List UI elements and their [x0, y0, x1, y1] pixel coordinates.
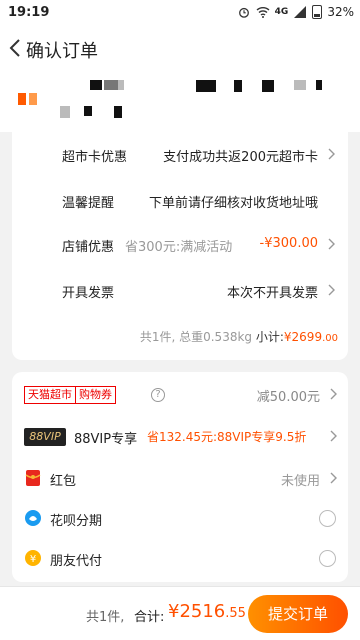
- tmall-coupon-tag: 天猫超市 购物券: [24, 386, 116, 404]
- row-value: 未使用: [280, 474, 320, 489]
- network-type: 4G: [274, 7, 289, 17]
- store-logo-mark: [18, 93, 26, 105]
- reminder-row: 温馨提醒 下单前请仔细核对收货地址哦: [12, 180, 348, 220]
- chevron-right-icon: [330, 388, 337, 400]
- redacted-block: [196, 80, 216, 92]
- huabei-radio[interactable]: [319, 510, 336, 527]
- wifi-icon: [256, 7, 270, 18]
- status-bar: 19:19 4G 32%: [0, 0, 360, 26]
- row-hint: 省300元:满减活动: [125, 240, 233, 255]
- store-discount-row[interactable]: 店铺优惠 省300元:满减活动 -¥300.00: [12, 224, 348, 264]
- row-value: 支付成功共返200元超市卡: [163, 150, 318, 165]
- redacted-block: [262, 80, 274, 92]
- chevron-right-icon: [330, 472, 337, 484]
- row-label: 朋友代付: [50, 554, 103, 569]
- row-label: 花呗分期: [50, 514, 103, 529]
- supermarket-card-row[interactable]: 超市卡优惠 支付成功共返200元超市卡: [12, 134, 348, 174]
- total-count: 共1件,: [86, 610, 125, 625]
- friend-pay-radio[interactable]: [319, 550, 336, 567]
- friend-pay-row[interactable]: ¥ 朋友代付: [12, 538, 348, 578]
- total-int: ¥2516: [168, 601, 226, 622]
- subtotal-label: 小计:: [255, 330, 284, 344]
- signal-icon: [294, 6, 307, 18]
- back-arrow-icon[interactable]: [4, 34, 28, 62]
- item-count: 共1件,: [139, 330, 176, 344]
- status-icons: 4G 32%: [237, 5, 354, 19]
- huabei-icon: [25, 510, 41, 526]
- redacted-block: [84, 106, 92, 116]
- friend-pay-icon: ¥: [25, 550, 41, 566]
- vip-badge: 88VIP: [24, 428, 66, 446]
- total-amount: ¥2516.55: [168, 601, 246, 622]
- invoice-row[interactable]: 开具发票 本次不开具发票: [12, 270, 348, 310]
- alarm-icon: [238, 7, 249, 18]
- chevron-right-icon: [330, 430, 337, 442]
- row-value: 本次不开具发票: [226, 286, 318, 301]
- row-label: 店铺优惠: [62, 240, 115, 255]
- redacted-block: [114, 106, 122, 118]
- row-label: 开具发票: [62, 286, 115, 301]
- nav-bar: 确认订单: [0, 26, 360, 70]
- chevron-right-icon: [328, 238, 335, 250]
- shop-card: 超市卡优惠 支付成功共返200元超市卡 温馨提醒 下单前请仔细核对收货地址哦 店…: [12, 128, 348, 360]
- row-label: 温馨提醒: [62, 196, 115, 211]
- svg-text:¥: ¥: [30, 554, 36, 565]
- row-value: -¥300.00: [259, 236, 318, 251]
- subtotal-amount: ¥2699: [283, 330, 323, 344]
- redacted-block: [60, 106, 70, 118]
- store-logo-mark: [29, 93, 37, 105]
- redacted-block: [104, 80, 118, 90]
- row-label: 88VIP专享: [74, 432, 138, 447]
- redacted-block: [234, 80, 242, 92]
- total-decimal: .55: [225, 606, 246, 621]
- page-title: 确认订单: [26, 41, 98, 62]
- tag-coupon: 购物券: [75, 387, 115, 403]
- red-packet-icon: [25, 470, 41, 486]
- tag-tmall: 天猫超市: [25, 387, 75, 403]
- submit-order-button[interactable]: 提交订单: [248, 595, 348, 633]
- checkout-bar: 共1件, 合计: ¥2516.55 提交订单: [0, 586, 360, 640]
- row-value: 省132.45元:88VIP专享9.5折: [147, 430, 307, 444]
- redacted-block: [294, 80, 306, 90]
- help-icon[interactable]: ?: [151, 388, 165, 402]
- row-label: 红包: [50, 474, 77, 489]
- total-label: 合计:: [134, 610, 165, 625]
- vip-row[interactable]: 88VIP 88VIP专享 省132.45元:88VIP专享9.5折: [12, 416, 348, 456]
- total-weight: 总重0.538kg: [179, 330, 253, 344]
- battery-icon: [312, 5, 323, 19]
- row-value: 减50.00元: [256, 390, 320, 405]
- address-section[interactable]: [0, 70, 360, 132]
- platform-card: 天猫超市 购物券 ? 减50.00元 88VIP 88VIP专享 省132.45…: [12, 372, 348, 582]
- status-time: 19:19: [8, 5, 50, 20]
- row-value: 下单前请仔细核对收货地址哦: [148, 196, 318, 211]
- row-label: 超市卡优惠: [62, 150, 128, 165]
- redacted-block: [90, 80, 102, 90]
- battery-level: 32%: [327, 5, 354, 19]
- subtotal-decimal: .00: [322, 333, 338, 344]
- chevron-right-icon: [328, 284, 335, 296]
- chevron-right-icon: [328, 148, 335, 160]
- order-summary: 共1件, 总重0.538kg 小计:¥2699.00: [140, 328, 338, 345]
- redacted-block: [316, 80, 322, 90]
- tmall-coupon-row[interactable]: 天猫超市 购物券 ? 减50.00元: [12, 374, 348, 414]
- redacted-block: [118, 80, 124, 90]
- red-packet-row[interactable]: 红包 未使用: [12, 458, 348, 498]
- huabei-row[interactable]: 花呗分期: [12, 498, 348, 538]
